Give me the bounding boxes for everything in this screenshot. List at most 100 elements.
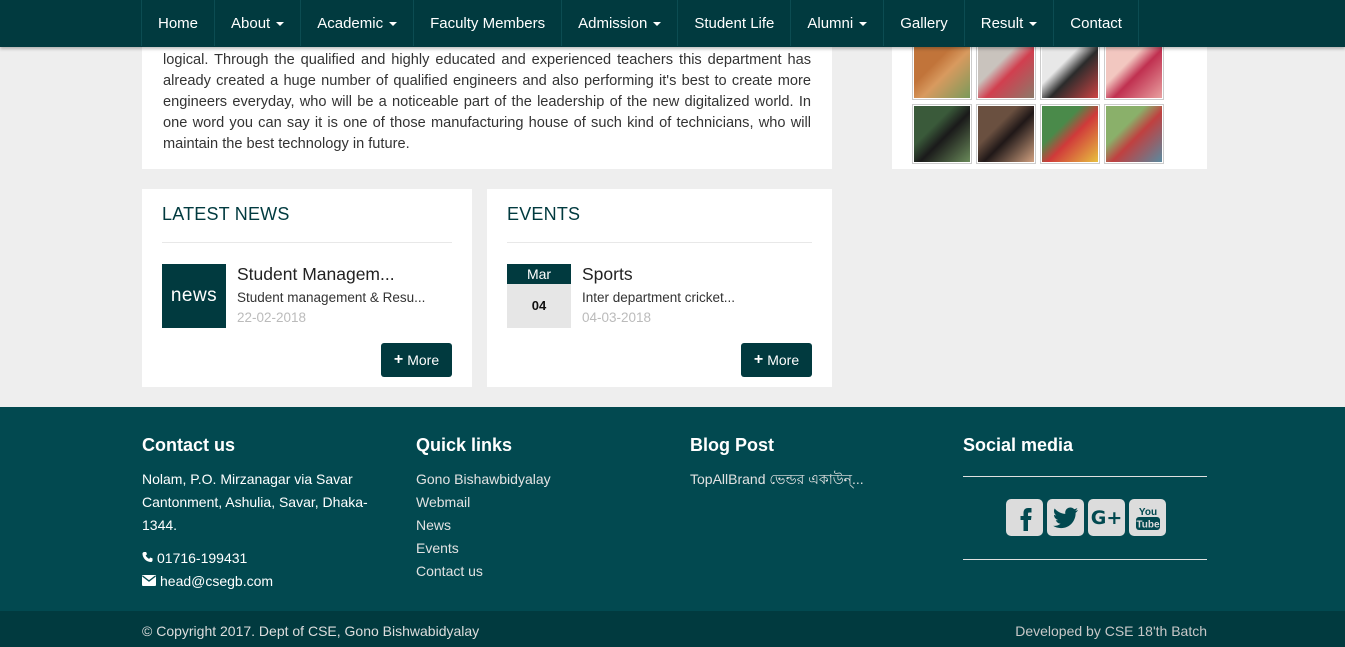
about-text: logical. Through the qualified and highl… — [163, 52, 811, 152]
divider — [507, 242, 812, 243]
plus-icon: + — [753, 351, 764, 368]
nav-label: Admission — [578, 14, 648, 32]
google-plus-icon[interactable]: G+ — [1088, 499, 1125, 536]
nav-label: Faculty Members — [430, 14, 546, 32]
nav-about[interactable]: About — [214, 0, 300, 46]
nav-gallery[interactable]: Gallery — [883, 0, 964, 46]
footer: Contact us Nolam, P.O. Mirzanagar via Sa… — [0, 407, 1345, 611]
nav-contact[interactable]: Contact — [1053, 0, 1139, 46]
contact-email: head@csegb.com — [142, 570, 372, 593]
nav-label: Home — [158, 14, 199, 32]
more-label: More — [767, 352, 800, 368]
gallery-thumbnail[interactable] — [976, 44, 1036, 100]
gallery-photo — [978, 46, 1034, 98]
gallery-panel — [892, 40, 1207, 169]
social-heading: Social media — [963, 435, 1074, 455]
gallery-thumbnails — [912, 44, 1164, 164]
svg-text:You: You — [1138, 507, 1156, 518]
gallery-photo — [914, 46, 970, 98]
latest-news-heading: LATEST NEWS — [162, 204, 290, 224]
caret-down-icon — [1029, 21, 1038, 26]
event-date-box: Mar 04 — [507, 264, 571, 328]
event-title[interactable]: Sports — [582, 264, 633, 285]
gallery-thumbnail[interactable] — [1104, 104, 1164, 164]
developer-credit: Developed by CSE 18'th Batch — [1015, 623, 1207, 639]
gallery-thumbnail[interactable] — [1040, 44, 1100, 100]
contact-phone: 01716-199431 — [142, 547, 372, 570]
event-day: 04 — [507, 284, 571, 328]
divider — [963, 476, 1207, 477]
nav-admission[interactable]: Admission — [561, 0, 677, 46]
news-thumbnail[interactable]: news — [162, 264, 226, 328]
nav-label: About — [231, 14, 271, 32]
caret-down-icon — [859, 21, 868, 26]
event-description: Inter department cricket... — [582, 290, 736, 305]
news-more-button[interactable]: + More — [381, 343, 452, 377]
footer-social: Social media G+ You Tube — [963, 435, 1207, 575]
nav-academic[interactable]: Academic — [300, 0, 413, 46]
caret-down-icon — [276, 21, 285, 26]
contact-phone-text: 01716-199431 — [157, 550, 248, 566]
quick-link-news[interactable]: News — [416, 514, 551, 537]
gallery-thumbnail[interactable] — [976, 104, 1036, 164]
caret-down-icon — [653, 21, 662, 26]
about-panel: logical. Through the qualified and highl… — [142, 40, 832, 169]
blog-post-link[interactable]: TopAllBrand ভেন্ডর একাউন্... — [690, 468, 864, 491]
quick-link-webmail[interactable]: Webmail — [416, 491, 551, 514]
nav-label: Academic — [317, 14, 384, 32]
gallery-photo — [1042, 106, 1098, 162]
event-month: Mar — [507, 264, 571, 284]
gallery-photo — [914, 106, 970, 162]
top-navbar: Home About Academic Faculty Members Admi… — [0, 0, 1345, 47]
facebook-icon[interactable] — [1006, 499, 1043, 536]
caret-down-icon — [389, 21, 398, 26]
gallery-photo — [1042, 46, 1098, 98]
social-icons: G+ You Tube — [1006, 499, 1166, 536]
nav-alumni[interactable]: Alumni — [790, 0, 883, 46]
quick-link-events[interactable]: Events — [416, 537, 551, 560]
events-more-button[interactable]: + More — [741, 343, 812, 377]
gallery-thumbnail[interactable] — [912, 104, 972, 164]
nav-result[interactable]: Result — [963, 0, 1054, 46]
divider — [963, 559, 1207, 560]
footer-blog: Blog Post TopAllBrand ভেন্ডর একাউন্... — [690, 435, 864, 491]
nav-label: Gallery — [900, 14, 948, 32]
gallery-thumbnail[interactable] — [912, 44, 972, 100]
news-description: Student management & Resu... — [237, 290, 426, 305]
google-plus-glyph: G+ — [1090, 506, 1123, 529]
twitter-icon[interactable] — [1047, 499, 1084, 536]
copyright-bar: © Copyright 2017. Dept of CSE, Gono Bish… — [0, 611, 1345, 647]
quick-link-gono-bishawbidyalay[interactable]: Gono Bishawbidyalay — [416, 468, 551, 491]
divider — [162, 242, 452, 243]
gallery-thumbnail[interactable] — [1040, 104, 1100, 164]
latest-news-card: LATEST NEWS news Student Managem... Stud… — [142, 189, 472, 387]
contact-address: Nolam, P.O. Mirzanagar via Savar Cantonm… — [142, 471, 368, 533]
contact-email-text[interactable]: head@csegb.com — [160, 570, 273, 593]
phone-icon — [142, 547, 153, 570]
gallery-photo — [978, 106, 1034, 162]
plus-icon: + — [393, 351, 404, 368]
copyright-text: © Copyright 2017. Dept of CSE, Gono Bish… — [142, 623, 480, 639]
event-date: 04-03-2018 — [582, 310, 652, 325]
footer-contact: Contact us Nolam, P.O. Mirzanagar via Sa… — [142, 435, 372, 593]
quick-links-heading: Quick links — [416, 435, 513, 455]
news-date: 22-02-2018 — [237, 310, 307, 325]
nav-label: Student Life — [694, 14, 775, 32]
quick-link-contact-us[interactable]: Contact us — [416, 560, 551, 583]
nav-student-life[interactable]: Student Life — [677, 0, 790, 46]
nav-label: Alumni — [807, 14, 854, 32]
events-card: EVENTS Mar 04 Sports Inter department cr… — [487, 189, 832, 387]
youtube-icon[interactable]: You Tube — [1129, 499, 1166, 536]
nav-home[interactable]: Home — [141, 0, 214, 46]
nav-faculty-members[interactable]: Faculty Members — [413, 0, 561, 46]
svg-text:Tube: Tube — [1136, 519, 1160, 530]
nav-label: Contact — [1070, 14, 1122, 32]
nav-label: Result — [980, 14, 1024, 32]
gallery-thumbnail[interactable] — [1104, 44, 1164, 100]
news-title[interactable]: Student Managem... — [237, 264, 395, 285]
gallery-photo — [1106, 106, 1162, 162]
events-heading: EVENTS — [507, 204, 581, 224]
gallery-photo — [1106, 46, 1162, 98]
footer-quick-links: Quick links Gono Bishawbidyalay Webmail … — [416, 435, 551, 583]
contact-heading: Contact us — [142, 435, 236, 455]
